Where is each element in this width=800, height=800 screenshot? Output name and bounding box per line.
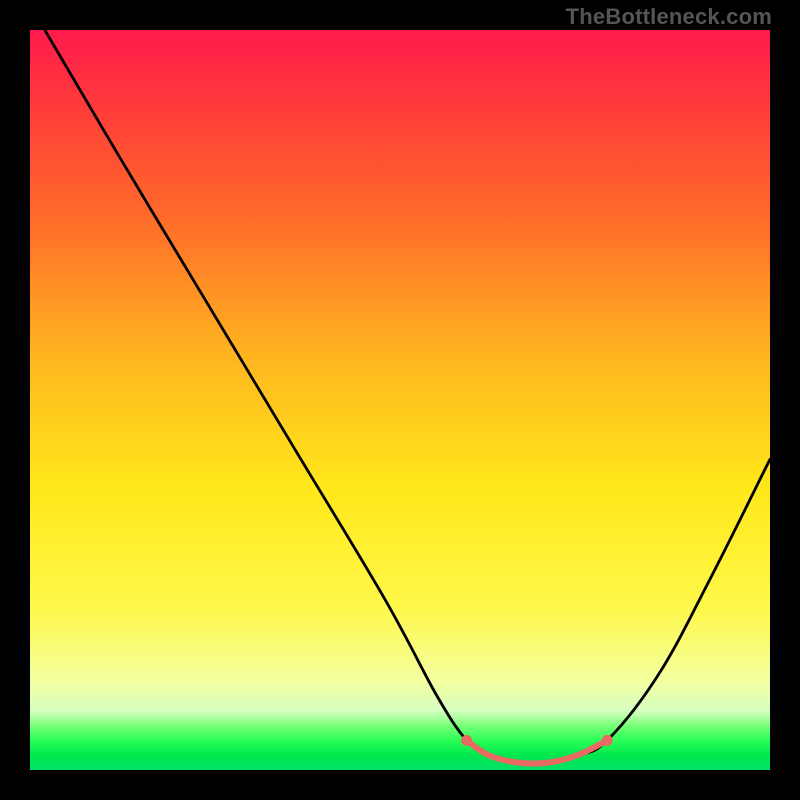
plot-area — [30, 30, 770, 770]
chart-frame: TheBottleneck.com — [0, 0, 800, 800]
main-curve — [45, 30, 770, 764]
watermark-text: TheBottleneck.com — [566, 4, 772, 30]
highlight-segment — [467, 740, 608, 763]
highlight-dots — [461, 735, 613, 746]
highlight-dot — [461, 735, 472, 746]
highlight-dot — [602, 735, 613, 746]
curve-layer — [30, 30, 770, 770]
